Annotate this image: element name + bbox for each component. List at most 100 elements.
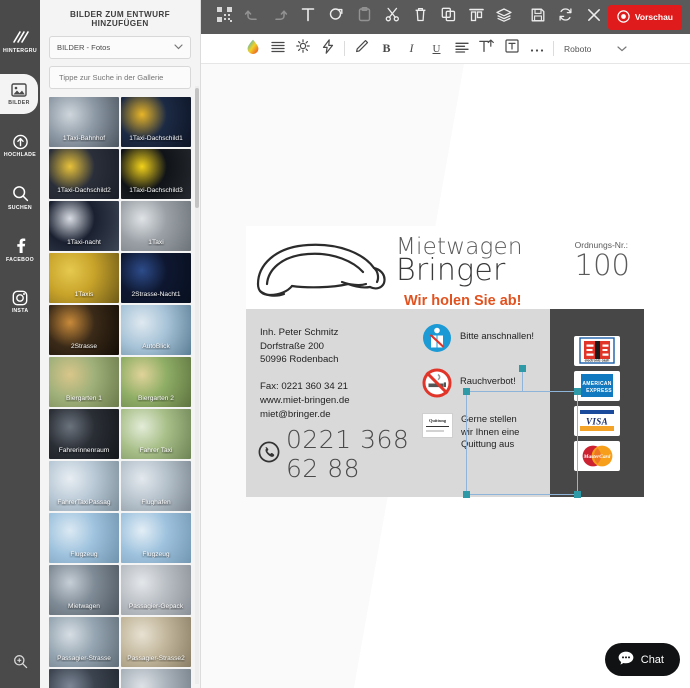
category-value: BILDER - Fotos (57, 43, 111, 52)
color-button[interactable] (240, 34, 265, 63)
chat-widget-button[interactable]: Chat (604, 643, 680, 676)
more-options-button[interactable] (524, 34, 549, 63)
app-root: HINTERGRU BILDER HOCHLADE SUCHEN FACEBOO (0, 0, 690, 688)
thumbnail-caption: 1Taxi-Dachschild1 (129, 135, 183, 142)
card-body: Inh. Peter Schmitz Dorfstraße 200 50996 Ro… (246, 309, 644, 497)
color-icon (246, 39, 260, 59)
gallery-thumbnail[interactable]: 1Taxi-Bahnhof (49, 97, 119, 147)
gallery-thumbnail[interactable]: 2Strasse-Nacht1 (121, 253, 191, 303)
electronic-cash-logo: electronic cash (574, 335, 620, 366)
duplicate-button[interactable] (434, 0, 462, 34)
brightness-button[interactable] (290, 34, 315, 63)
gallery-thumbnail[interactable]: Biergarten 2 (121, 357, 191, 407)
brand-line2: Bringer (396, 253, 506, 288)
search-input[interactable] (57, 72, 183, 83)
gallery-thumbnail[interactable]: 1Taxi-Dachschild1 (121, 97, 191, 147)
close-button[interactable] (580, 0, 608, 34)
thumbnail-caption: 2Strasse-Nacht1 (131, 291, 181, 298)
align-button[interactable] (462, 0, 490, 34)
gallery-thumbnail[interactable]: AutoBlick (121, 305, 191, 355)
image-gallery[interactable]: 1Taxi-Bahnhof 1Taxi-Dachschild1 1Taxi-Dach… (40, 97, 200, 688)
gallery-scroll-thumb[interactable] (194, 88, 199, 208)
gallery-thumbnail[interactable]: 1Taxi-Dachschild3 (121, 149, 191, 199)
gallery-thumbnail[interactable]: Fahrer Taxi (121, 409, 191, 459)
save-button[interactable] (524, 0, 552, 34)
sidebar-item-suchen[interactable]: SUCHEN (0, 178, 40, 218)
sidebar-item-instagram[interactable]: INSTA (0, 282, 40, 322)
sidebar-item-hochladen[interactable]: HOCHLADE (0, 126, 40, 166)
thumbnail-caption: 1Taxis (74, 291, 94, 298)
close-icon (587, 8, 601, 27)
pen-button[interactable] (349, 34, 374, 63)
gallery-thumbnail[interactable]: 1Taxi (121, 201, 191, 251)
receipt-icon: Quittung (422, 413, 453, 443)
gallery-thumbnail[interactable]: 2Strasse (49, 305, 119, 355)
shape-button[interactable] (322, 0, 350, 34)
gallery-thumbnail[interactable]: 1Taxi-nacht (49, 201, 119, 251)
category-dropdown[interactable]: BILDER - Fotos (49, 36, 191, 59)
gallery-thumbnail[interactable]: FahrerTaxiPassag (49, 461, 119, 511)
text-button[interactable] (294, 0, 322, 34)
design-canvas[interactable]: Mietwagen Bringer Wir holen Sie ab! Ordn… (200, 63, 690, 688)
sidebar-label-hochladen: HOCHLADE (3, 152, 37, 159)
chat-label: Chat (640, 653, 664, 666)
gallery-thumbnail[interactable]: Mietwagen (49, 565, 119, 615)
gallery-thumbnail[interactable]: Flugzeug (121, 513, 191, 563)
gallery-thumbnail[interactable]: Passagier-Strasse (49, 617, 119, 667)
bold-icon: B (382, 41, 391, 55)
line-spacing-button[interactable] (265, 34, 290, 63)
thumbnail-caption: 1Taxi (148, 239, 164, 246)
gallery-thumbnail[interactable]: Passagier-Strasse2 (121, 617, 191, 667)
delete-icon (414, 7, 427, 27)
business-card[interactable]: Mietwagen Bringer Wir holen Sie ab! Ordn… (246, 226, 644, 497)
zoom-button[interactable] (0, 654, 40, 674)
preview-button[interactable]: Vorschau (607, 4, 682, 30)
zoom-icon (13, 654, 28, 674)
sidebar-label-hintergrund: HINTERGRU (3, 47, 37, 54)
american-express-logo: AMERICAN EXPRESS (574, 370, 620, 401)
underline-button[interactable]: U (424, 34, 449, 63)
sidebar-item-hintergrund[interactable]: HINTERGRU (0, 22, 40, 62)
layers-button[interactable] (490, 0, 518, 34)
thumbnail-caption: 2Strasse (70, 343, 98, 350)
redo-button[interactable] (266, 0, 294, 34)
delete-button[interactable] (406, 0, 434, 34)
gallery-thumbnail[interactable]: 1Taxis (49, 253, 119, 303)
gallery-thumbnail[interactable]: 1Taxi-Dachschild2 (49, 149, 119, 199)
paste-button[interactable] (350, 0, 378, 34)
italic-button[interactable]: I (399, 34, 424, 63)
align-left-button[interactable] (449, 34, 474, 63)
payment-logos-column: electronic cash AMERICAN EXPRESS VISA Ma… (550, 309, 644, 497)
gallery-thumbnail[interactable]: Fahrerinnenraum (49, 409, 119, 459)
qr-icon-button[interactable] (210, 0, 238, 34)
gallery-thumbnail[interactable] (121, 669, 191, 688)
thumbnail-caption: Passagier-Gepack (128, 603, 184, 610)
gallery-thumbnail[interactable]: Biergarten 1 (49, 357, 119, 407)
effects-button[interactable] (315, 34, 340, 63)
font-size-icon (479, 39, 494, 58)
gallery-thumbnail[interactable]: Flugzeug (49, 513, 119, 563)
bold-button[interactable]: B (374, 34, 399, 63)
gallery-thumbnail[interactable] (49, 669, 119, 688)
undo-button[interactable] (238, 0, 266, 34)
thumbnail-caption: 1Taxi-nacht (67, 239, 101, 246)
card-address-text[interactable]: Inh. Peter Schmitz Dorfstraße 200 50996 Ro… (260, 326, 350, 421)
brightness-icon (295, 39, 310, 58)
thumbnail-caption: Passagier-Strasse2 (127, 655, 185, 662)
main-toolbar: Vorschau (200, 0, 690, 34)
gallery-search-field[interactable] (49, 66, 191, 89)
sidebar-item-bilder[interactable]: BILDER (0, 74, 38, 114)
font-size-button[interactable] (474, 34, 499, 63)
sidebar-item-facebook[interactable]: FACEBOO (0, 230, 40, 270)
notice-receipt-text: Gerne stellen wir Ihnen eine Quittung aus (461, 413, 520, 449)
paste-icon (358, 7, 371, 27)
cut-button[interactable] (378, 0, 406, 34)
chevron-down-icon (174, 43, 183, 52)
search-icon (12, 185, 29, 202)
font-family-select[interactable]: Roboto (564, 44, 628, 54)
gallery-thumbnail[interactable]: Flughafen (121, 461, 191, 511)
gallery-thumbnail[interactable]: Passagier-Gepack (121, 565, 191, 615)
more-icon (530, 40, 544, 58)
text-box-button[interactable] (499, 34, 524, 63)
refresh-button[interactable] (552, 0, 580, 34)
